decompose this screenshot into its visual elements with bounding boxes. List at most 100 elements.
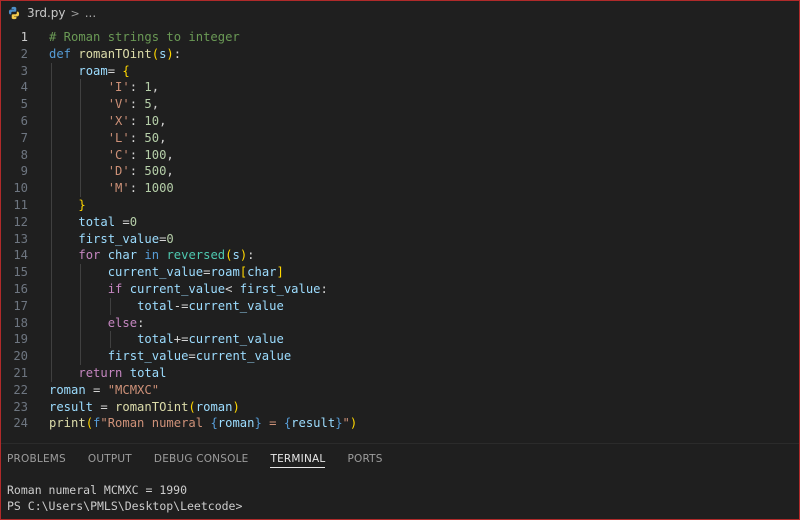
code-token: :: [320, 282, 328, 296]
code-token: :: [247, 248, 255, 263]
code-line[interactable]: 16 if current_value< first_value:: [1, 281, 799, 298]
code-token: 5: [144, 97, 152, 112]
code-token: roman: [217, 416, 255, 431]
code-token: 'V': [107, 97, 130, 112]
code-line[interactable]: 21 return total: [1, 365, 799, 382]
tab-debug-console[interactable]: DEBUG CONSOLE: [154, 444, 249, 474]
code-token: +=: [173, 332, 189, 347]
code-line[interactable]: 13 first_value=0: [1, 231, 799, 248]
code-line[interactable]: 14 for char in reversed(s):: [1, 247, 799, 264]
code-token: ,: [166, 147, 174, 162]
code-token: 'M': [107, 181, 130, 196]
code-line[interactable]: 4 'I': 1,: [1, 79, 799, 96]
code-line[interactable]: 10 'M': 1000: [1, 180, 799, 197]
line-number: 16: [13, 282, 28, 296]
code-line[interactable]: 20 first_value=current_value: [1, 348, 799, 365]
code-line[interactable]: 2 def romanTOint(s):: [1, 46, 799, 63]
code-text: }: [49, 197, 86, 214]
code-token: romanTOint: [115, 399, 189, 414]
code-text: 'C': 100,: [49, 147, 174, 164]
code-line[interactable]: 7 'L': 50,: [1, 130, 799, 147]
code-text: roman = "MCMXC": [49, 382, 159, 399]
code-line[interactable]: 19 total+=current_value: [1, 331, 799, 348]
line-number: 20: [13, 349, 28, 364]
line-number: 14: [13, 248, 28, 263]
code-token: total: [129, 366, 167, 380]
code-token: if: [107, 282, 130, 296]
tab-problems[interactable]: PROBLEMS: [7, 444, 66, 474]
code-editor[interactable]: 1 # Roman strings to integer 2 def romanTOi…: [1, 27, 799, 443]
line-number: 8: [20, 147, 28, 162]
code-line[interactable]: 23 result = romanTOint(roman): [1, 399, 799, 416]
terminal-line: PS C:\Users\PMLS\Desktop\Leetcode>: [7, 499, 243, 513]
code-token: }: [335, 416, 343, 431]
code-token: reversed: [166, 248, 226, 263]
code-line[interactable]: 5 'V': 5,: [1, 96, 799, 113]
code-text: for char in reversed(s):: [49, 247, 255, 264]
code-text: current_value=roam[char]: [49, 264, 284, 281]
code-token: :: [129, 181, 145, 196]
line-number: 12: [13, 214, 28, 229]
code-line[interactable]: 12 total =0: [1, 214, 799, 231]
code-token: "MCMXC": [107, 382, 160, 397]
breadcrumb: 3rd.py > ...: [1, 1, 799, 25]
code-token: =: [188, 349, 196, 364]
code-token: first_value: [107, 349, 189, 364]
code-token: ): [232, 399, 240, 414]
code-line[interactable]: 11 }: [1, 197, 799, 214]
code-token: ,: [151, 97, 160, 112]
code-text: first_value=0: [49, 231, 174, 248]
code-token: {: [122, 63, 130, 78]
terminal-output[interactable]: Roman numeral MCMXC = 1990 PS C:\Users\PM…: [1, 482, 799, 514]
breadcrumb-file[interactable]: 3rd.py: [27, 6, 66, 20]
indent-guide: [51, 62, 52, 382]
code-token: 'X': [107, 114, 130, 128]
line-number: 19: [13, 332, 28, 347]
code-line[interactable]: 6 'X': 10,: [1, 113, 799, 130]
code-token: =: [261, 416, 284, 431]
code-line[interactable]: 24 print(f"Roman numeral {roman} = {resul…: [1, 415, 799, 432]
code-line[interactable]: 1 # Roman strings to integer: [1, 29, 799, 46]
code-line[interactable]: 18 else:: [1, 315, 799, 332]
tab-terminal[interactable]: TERMINAL: [270, 444, 326, 474]
code-token: first_value: [78, 231, 160, 246]
code-token: :: [129, 80, 145, 95]
tab-output[interactable]: OUTPUT: [88, 444, 132, 474]
code-token: current_value: [188, 298, 284, 313]
breadcrumb-more[interactable]: ...: [85, 6, 96, 20]
code-line[interactable]: 17 total-=current_value: [1, 298, 799, 315]
code-token: ,: [166, 164, 174, 179]
line-number: 9: [20, 164, 28, 179]
code-token: first_value: [239, 282, 321, 296]
code-token: return: [78, 366, 130, 380]
code-text: # Roman strings to integer: [49, 29, 240, 46]
code-token: total: [137, 332, 174, 347]
code-line[interactable]: 9 'D': 500,: [1, 163, 799, 180]
code-token: }: [78, 198, 86, 212]
code-token: print: [49, 416, 86, 431]
line-number: 6: [20, 114, 28, 128]
code-token: roam: [210, 265, 240, 280]
tab-ports[interactable]: PORTS: [347, 444, 382, 474]
code-token: =: [85, 382, 108, 397]
code-text: 'I': 1,: [49, 79, 159, 96]
code-line[interactable]: 22 roman = "MCMXC": [1, 382, 799, 399]
code-line[interactable]: 15 current_value=roam[char]: [1, 264, 799, 281]
code-line[interactable]: 8 'C': 100,: [1, 147, 799, 164]
code-token: ,: [151, 80, 160, 95]
line-number: 17: [13, 298, 28, 313]
code-token: char: [247, 265, 277, 280]
code-line[interactable]: 3 roam= {: [1, 63, 799, 80]
code-token: ,: [159, 114, 167, 128]
line-number: 13: [13, 231, 28, 246]
code-text: if current_value< first_value:: [49, 281, 328, 298]
code-token: current_value: [195, 349, 292, 364]
code-text: roam= {: [49, 63, 130, 80]
code-token: 0: [166, 231, 174, 246]
indent-guide: [109, 297, 111, 315]
